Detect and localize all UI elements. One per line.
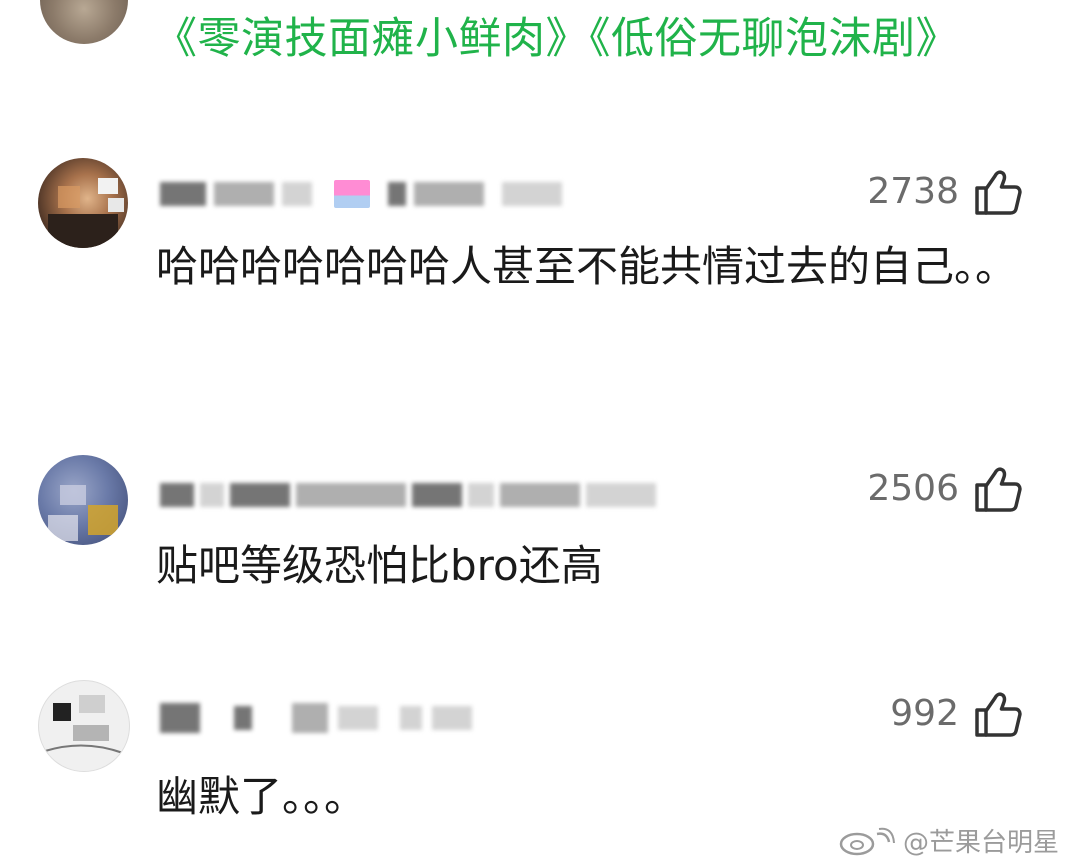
thumbs-up-icon[interactable] [973,465,1023,513]
comment-section: 《零演技面瘫小鲜肉》《低俗无聊泡沫剧》 2738 哈哈哈哈哈哈哈人甚至不能共情过… [0,0,1073,865]
username-blurred[interactable] [160,477,656,513]
avatar-image [48,178,124,248]
avatar[interactable] [40,0,128,44]
username-blurred[interactable] [160,176,562,212]
like-group[interactable]: 992 [890,690,1023,738]
watermark: @芒果台明星 [837,822,1059,859]
username-blurred[interactable] [160,700,472,736]
avatar[interactable] [38,455,128,545]
avatar[interactable] [38,158,128,248]
avatar[interactable] [38,680,130,772]
comment-text-link[interactable]: 《零演技面瘫小鲜肉》《低俗无聊泡沫剧》 [154,14,959,64]
like-count: 2738 [867,171,959,212]
like-count: 992 [890,693,959,734]
avatar-image [48,485,118,541]
weibo-logo-icon [839,827,895,855]
thumbs-up-icon[interactable] [973,168,1023,216]
watermark-text: @芒果台明星 [902,828,1059,858]
like-group[interactable]: 2738 [867,168,1023,216]
thumbs-up-icon[interactable] [973,690,1023,738]
like-group[interactable]: 2506 [867,465,1023,513]
like-count: 2506 [867,468,959,509]
comment-text: 哈哈哈哈哈哈哈人甚至不能共情过去的自己。。 [156,242,1018,291]
comment-text: 贴吧等级恐怕比bro还高 [156,541,603,590]
avatar-image [44,695,124,754]
